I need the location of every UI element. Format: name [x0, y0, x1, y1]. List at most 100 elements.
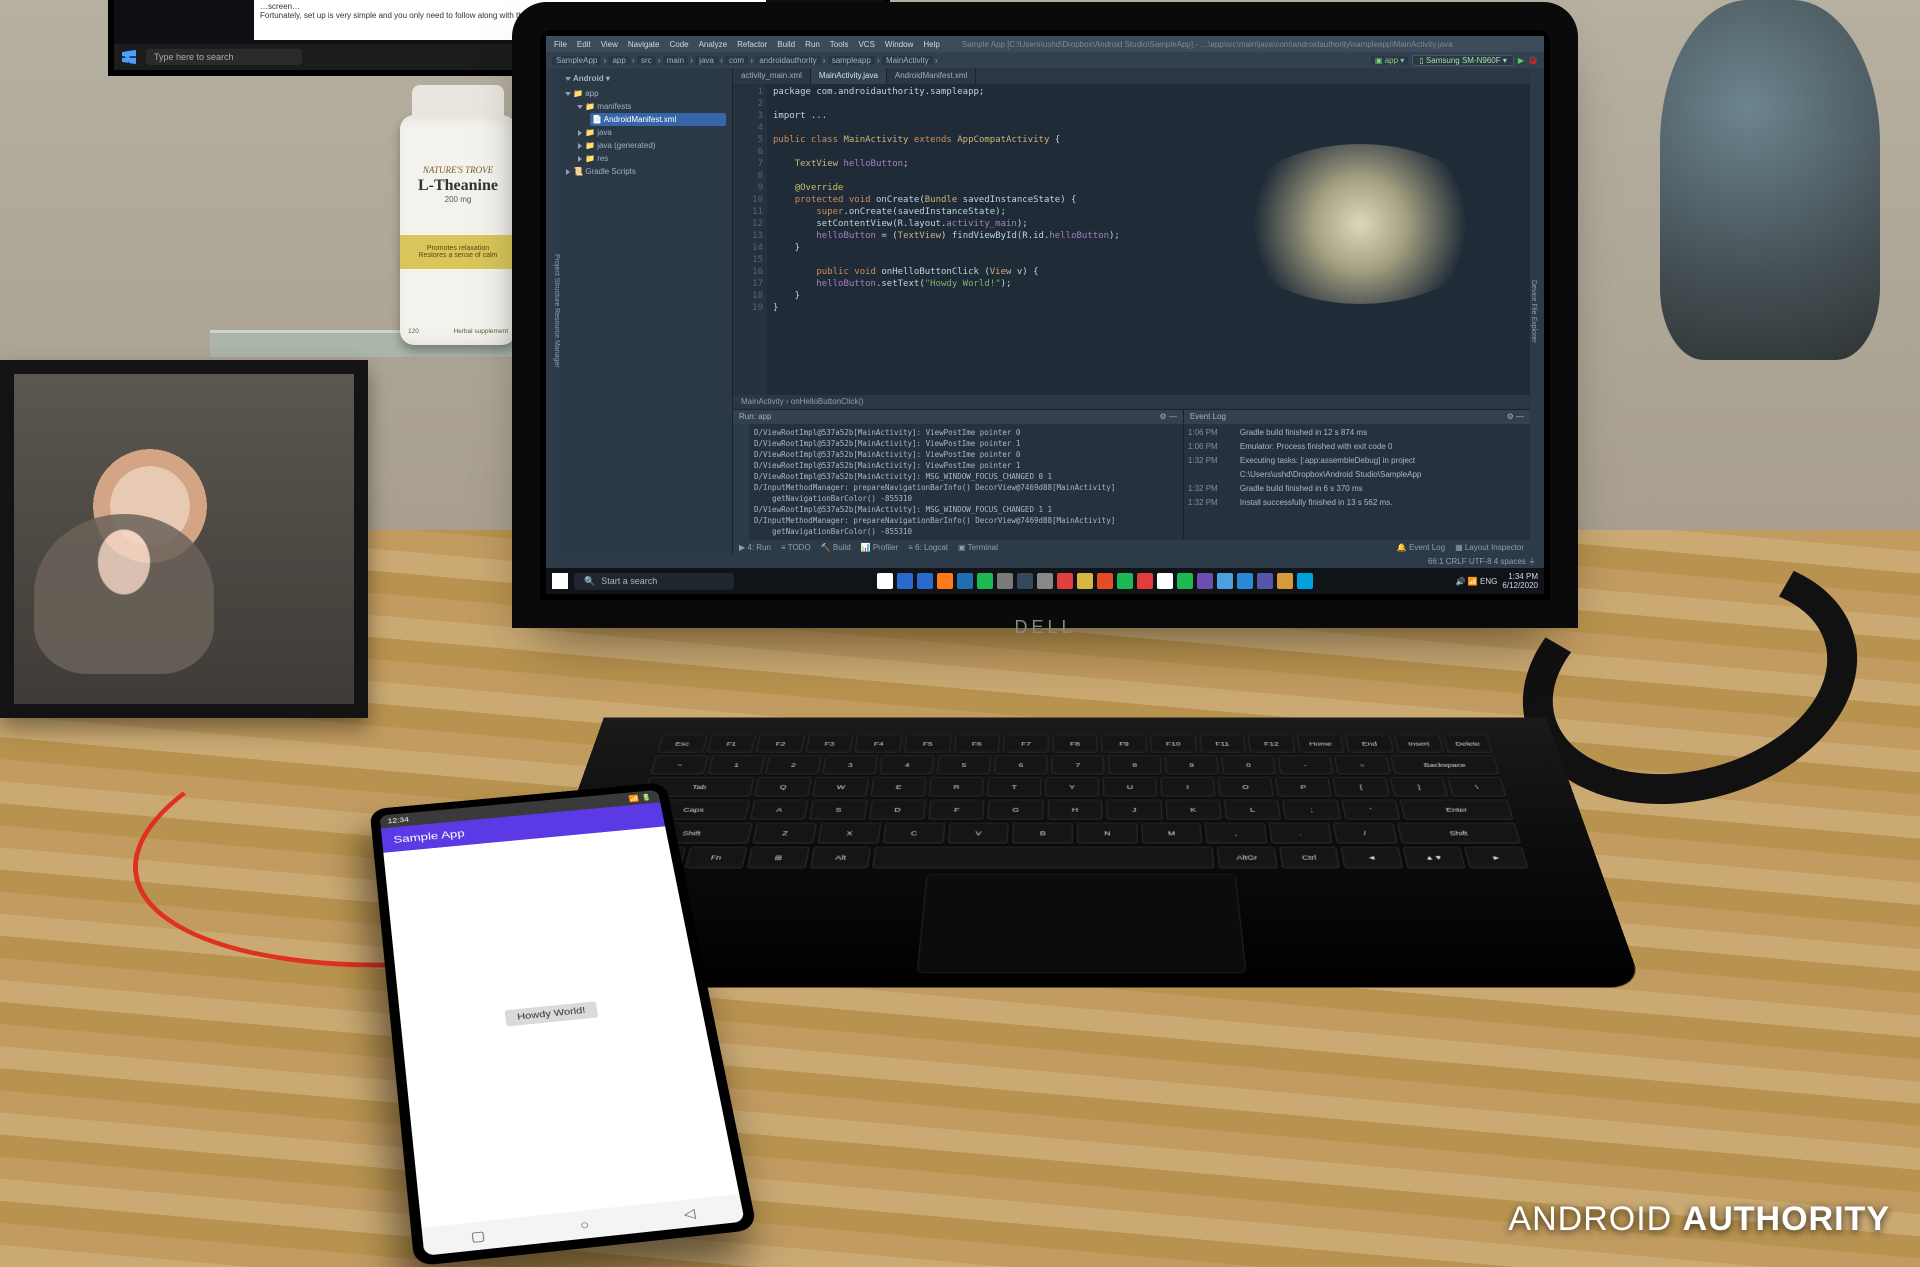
menu-navigate[interactable]: Navigate — [628, 40, 660, 49]
secondary-search-input[interactable]: Type here to search — [146, 49, 302, 65]
taskbar-app-icon[interactable] — [937, 573, 953, 589]
event-log-entry[interactable]: 1:32 PMInstall successfully finished in … — [1188, 496, 1526, 510]
menu-edit[interactable]: Edit — [577, 40, 591, 49]
ide-menubar[interactable]: File Edit View Navigate Code Analyze Refactor B… — [546, 36, 1544, 52]
menu-view[interactable]: View — [601, 40, 618, 49]
taskbar-app-icon[interactable] — [1037, 573, 1053, 589]
breadcrumb-item[interactable]: sampleapp — [828, 56, 875, 65]
run-panel[interactable]: Run: app⚙ — D/ViewRootImpl@537a52b[MainA… — [733, 410, 1183, 540]
menu-refactor[interactable]: Refactor — [737, 40, 767, 49]
breadcrumb-item[interactable]: src — [637, 56, 656, 65]
taskbar-app-icon[interactable] — [1277, 573, 1293, 589]
run-log[interactable]: D/ViewRootImpl@537a52b[MainActivity]: Vi… — [749, 424, 1183, 540]
taskbar-app-icon[interactable] — [897, 573, 913, 589]
taskbar-app-icon[interactable] — [1117, 573, 1133, 589]
menu-window[interactable]: Window — [885, 40, 913, 49]
event-log-panel[interactable]: Event Log⚙ — 1:06 PMGradle build finishe… — [1183, 410, 1530, 540]
keyboard-key: O — [1218, 777, 1274, 797]
editor-tabs[interactable]: activity_main.xmlMainActivity.javaAndroi… — [733, 68, 1530, 84]
right-tool-strip[interactable]: Device File Explorer — [1530, 68, 1544, 554]
menu-run[interactable]: Run — [805, 40, 820, 49]
breadcrumb-item[interactable]: app — [608, 56, 629, 65]
keyboard-key: - — [1277, 756, 1333, 775]
tool-tab[interactable]: ≡ 6: Logcat — [908, 543, 948, 552]
run-gutter[interactable] — [733, 424, 749, 540]
run-config-selector[interactable]: ▣ app ▾ — [1371, 56, 1408, 65]
keyboard-key: AltGr — [1217, 847, 1278, 869]
hello-button[interactable]: Howdy World! — [504, 1001, 598, 1026]
editor-breadcrumb[interactable]: MainActivity › onHelloButtonClick() — [733, 395, 1530, 409]
taskbar-app-icon[interactable] — [1157, 573, 1173, 589]
tool-tab[interactable]: 🔨 Build — [821, 543, 851, 552]
taskbar-app-icon[interactable] — [1137, 573, 1153, 589]
nav-back-icon[interactable]: ◁ — [682, 1205, 696, 1222]
editor-tab[interactable]: AndroidManifest.xml — [887, 68, 976, 84]
taskbar-app-icon[interactable] — [877, 573, 893, 589]
taskbar-app-icon[interactable] — [1057, 573, 1073, 589]
menu-build[interactable]: Build — [777, 40, 795, 49]
event-log-entry[interactable]: 1:32 PMExecuting tasks: [:app:assembleDe… — [1188, 454, 1526, 482]
event-log-entry[interactable]: 1:32 PMGradle build finished in 6 s 370 … — [1188, 482, 1526, 496]
tool-tab[interactable]: 🔔 Event Log — [1397, 543, 1445, 552]
project-tree[interactable]: Android ▾ 📁 app 📁 manifests 📄 AndroidMan… — [560, 68, 733, 554]
nav-recent-icon[interactable]: ▢ — [470, 1227, 486, 1244]
taskbar-app-icon[interactable] — [1177, 573, 1193, 589]
menu-analyze[interactable]: Analyze — [699, 40, 727, 49]
taskbar-app-icon[interactable] — [1097, 573, 1113, 589]
breadcrumb-item[interactable]: com — [725, 56, 748, 65]
editor-tab[interactable]: activity_main.xml — [733, 68, 811, 84]
event-log-entry[interactable]: 1:06 PMEmulator: Process finished with e… — [1188, 440, 1526, 454]
tool-tab[interactable]: ▦ Layout Inspector — [1455, 543, 1524, 552]
windows-taskbar[interactable]: 🔍 Start a search 🔊 📶 ENG 1:34 PM 6/12/20… — [546, 568, 1544, 594]
taskbar-app-icons[interactable] — [877, 573, 1313, 589]
taskbar-app-icon[interactable] — [1257, 573, 1273, 589]
breadcrumb-item[interactable]: SampleApp — [552, 56, 601, 65]
menu-tools[interactable]: Tools — [830, 40, 849, 49]
run-button-icon[interactable]: ▶ — [1518, 56, 1524, 65]
bottle-name: L-Theanine — [408, 177, 508, 195]
breadcrumb-item[interactable]: MainActivity — [882, 56, 933, 65]
editor-tab[interactable]: MainActivity.java — [811, 68, 887, 84]
tree-item-manifest[interactable]: 📄 AndroidManifest.xml — [590, 113, 726, 126]
settings-icon[interactable]: ⚙ — — [1160, 410, 1177, 424]
menu-vcs[interactable]: VCS — [858, 40, 874, 49]
taskbar-app-icon[interactable] — [997, 573, 1013, 589]
breadcrumb-item[interactable]: main — [663, 56, 688, 65]
tool-tab[interactable]: ▣ Terminal — [958, 543, 998, 552]
taskbar-app-icon[interactable] — [1077, 573, 1093, 589]
event-log-entry[interactable]: 1:06 PMGradle build finished in 12 s 874… — [1188, 426, 1526, 440]
tool-tab[interactable]: 📊 Profiler — [861, 543, 899, 552]
tool-tab[interactable]: ▶ 4: Run — [739, 543, 771, 552]
nav-home-icon[interactable]: ○ — [579, 1217, 590, 1233]
taskbar-app-icon[interactable] — [977, 573, 993, 589]
taskbar-app-icon[interactable] — [1017, 573, 1033, 589]
ide-toolbar[interactable]: SampleApp › app › src › main › java › co… — [546, 52, 1544, 68]
windows-start-icon[interactable] — [122, 50, 136, 64]
debug-button-icon[interactable]: 🐞 — [1528, 56, 1538, 65]
taskbar-app-icon[interactable] — [1197, 573, 1213, 589]
taskbar-app-icon[interactable] — [957, 573, 973, 589]
settings-icon[interactable]: ⚙ — — [1507, 410, 1524, 424]
family-photo — [14, 374, 354, 704]
left-tool-strip[interactable]: Project Structure Resource Manager — [546, 68, 560, 554]
keyboard-key: J — [1106, 800, 1162, 821]
breadcrumb-item[interactable]: java — [695, 56, 718, 65]
device-selector[interactable]: ▯ Samsung SM-N960F ▾ — [1412, 55, 1514, 66]
menu-code[interactable]: Code — [669, 40, 688, 49]
menu-help[interactable]: Help — [923, 40, 939, 49]
code-text[interactable]: package com.androidauthority.sampleapp; … — [767, 84, 1530, 395]
code-editor[interactable]: 1 2 3 4 5 6 7 8 9 10 11 12 13 14 15 16 1… — [733, 84, 1530, 395]
breadcrumb[interactable]: SampleApp › app › src › main › java › co… — [552, 56, 938, 65]
menu-file[interactable]: File — [554, 40, 567, 49]
taskbar-clock[interactable]: 1:34 PM 6/12/2020 — [1502, 572, 1538, 590]
taskbar-app-icon[interactable] — [1237, 573, 1253, 589]
system-tray[interactable]: 🔊 📶 ENG 1:34 PM 6/12/2020 — [1456, 572, 1538, 590]
taskbar-app-icon[interactable] — [1217, 573, 1233, 589]
breadcrumb-item[interactable]: androidauthority — [755, 56, 820, 65]
tool-tab[interactable]: ≡ TODO — [781, 543, 811, 552]
taskbar-app-icon[interactable] — [1297, 573, 1313, 589]
taskbar-app-icon[interactable] — [917, 573, 933, 589]
windows-start-icon[interactable] — [552, 573, 568, 589]
taskbar-search-input[interactable]: 🔍 Start a search — [574, 573, 734, 590]
bottom-tool-tabs[interactable]: ▶ 4: Run ≡ TODO 🔨 Build 📊 Profiler ≡ 6: Logc… — [733, 540, 1530, 554]
